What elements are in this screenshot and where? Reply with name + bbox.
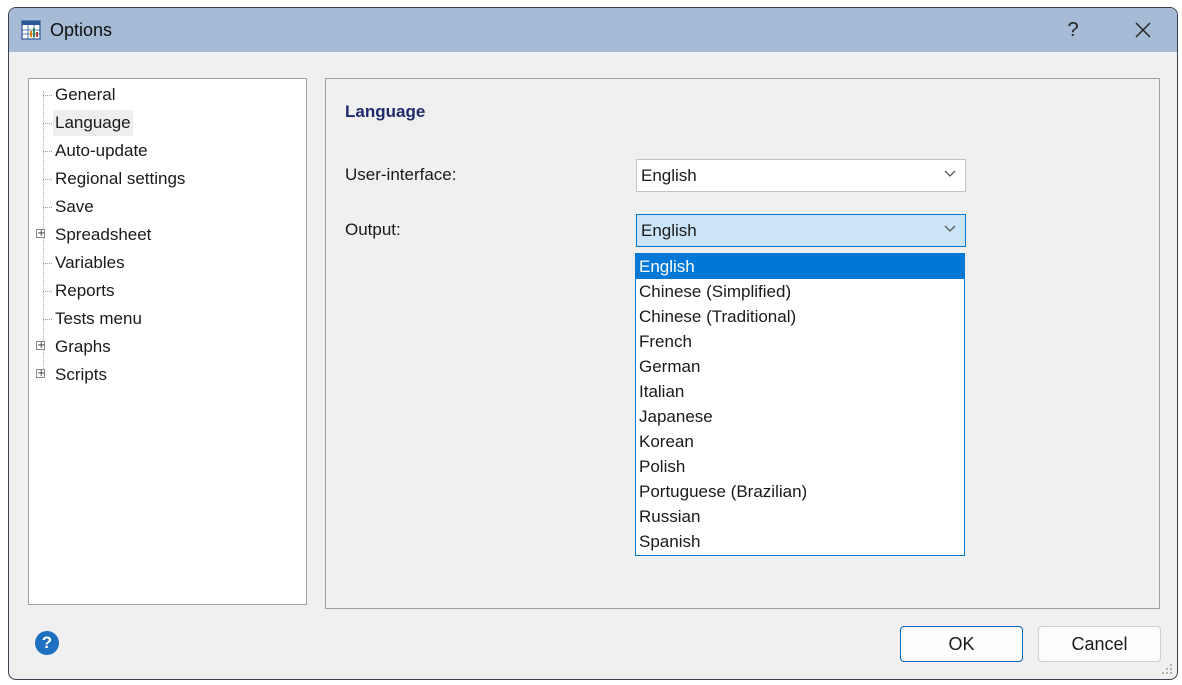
expand-icon[interactable]: + [36, 229, 45, 239]
section-title: Language [345, 102, 426, 121]
tree-item-label: Variables [55, 253, 125, 272]
dropdown-option[interactable]: German [636, 354, 964, 379]
tree-item-label: Regional settings [55, 169, 186, 188]
dropdown-option[interactable]: French [636, 329, 964, 354]
user-interface-select[interactable]: English [636, 159, 966, 192]
dropdown-option[interactable]: Portuguese (Brazilian) [636, 479, 964, 504]
dropdown-option[interactable]: Chinese (Simplified) [636, 279, 964, 304]
tree-connector [43, 319, 52, 320]
output-dropdown-list[interactable]: English Chinese (Simplified) Chinese (Trad… [635, 253, 965, 556]
tree-connector [43, 179, 52, 180]
output-label: Output: [345, 220, 401, 239]
close-button[interactable] [1121, 14, 1165, 46]
expand-icon[interactable]: + [36, 369, 45, 379]
tree-item-label: Tests menu [55, 309, 142, 328]
dropdown-option[interactable]: Russian [636, 504, 964, 529]
tree-item-label: Spreadsheet [55, 225, 152, 244]
tree-connector [43, 207, 52, 208]
dropdown-option[interactable]: Japanese [636, 404, 964, 429]
dropdown-option[interactable]: Spanish [636, 529, 964, 554]
tree-item-label: Reports [55, 281, 115, 300]
app-icon [21, 20, 41, 40]
output-value: English [641, 221, 697, 240]
title-bar: Options ? [9, 8, 1177, 52]
chevron-down-icon [944, 225, 956, 232]
tree-connector [43, 123, 52, 124]
tree-item-label: Save [55, 197, 94, 216]
output-select[interactable]: English [636, 214, 966, 247]
tree-connector [43, 151, 52, 152]
chevron-down-icon [944, 170, 956, 177]
tree-connector [43, 95, 52, 96]
tree-item-label: Graphs [55, 337, 111, 356]
window-title: Options [50, 20, 113, 40]
tree-connector [43, 291, 52, 292]
dropdown-option[interactable]: Italian [636, 379, 964, 404]
tree-item-label: Language [53, 110, 133, 136]
options-tree[interactable]: General Language Auto-update Regional setti… [28, 78, 307, 605]
dropdown-option[interactable]: Polish [636, 454, 964, 479]
user-interface-label: User-interface: [345, 165, 457, 184]
help-title-button[interactable]: ? [1055, 14, 1091, 46]
user-interface-value: English [641, 166, 697, 185]
help-icon[interactable]: ? [35, 631, 59, 655]
close-icon [1135, 22, 1151, 38]
dropdown-option[interactable]: Chinese (Traditional) [636, 304, 964, 329]
expand-icon[interactable]: + [36, 341, 45, 351]
dropdown-option[interactable]: Korean [636, 429, 964, 454]
resize-grip-icon[interactable] [1161, 663, 1173, 675]
dropdown-option[interactable]: English [636, 254, 964, 279]
options-dialog: Options ? General Language Auto-update Regi… [8, 7, 1178, 680]
tree-item-label: Auto-update [55, 141, 148, 160]
ok-button[interactable]: OK [900, 626, 1023, 662]
cancel-button[interactable]: Cancel [1038, 626, 1161, 662]
tree-connector [43, 263, 52, 264]
tree-item-label: Scripts [55, 365, 107, 384]
tree-item-label: General [55, 85, 116, 104]
